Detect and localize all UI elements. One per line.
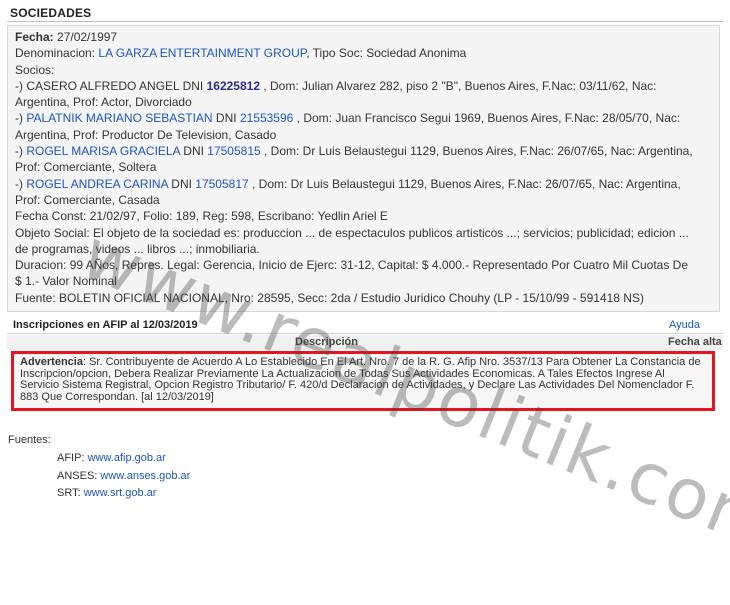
dni-label: DNI (179, 78, 207, 93)
objeto-social-cont: de programas, videos ... libros ...; inm… (15, 241, 260, 256)
socio-details-cont: Argentina, Prof: Productor De Television… (15, 127, 277, 142)
socio-row: -) PALATNIK MARIANO SEBASTIAN DNI 215535… (15, 110, 713, 126)
company-record: Fecha: 27/02/1997 Denominacion: LA GARZA… (7, 25, 720, 312)
section-title: SOCIEDADES (10, 6, 92, 20)
source-item: ANSES: www.anses.gob.ar (57, 470, 190, 482)
source-item: SRT: www.srt.gob.ar (57, 487, 156, 499)
fecha-value: 27/02/1997 (57, 30, 118, 44)
dni-label: DNI (212, 111, 240, 126)
warning-box: Advertencia: Sr. Contribuyente de Acuerd… (11, 351, 715, 411)
company-name-link[interactable]: LA GARZA ENTERTAINMENT GROUP (98, 46, 306, 60)
socio-row: -) ROGEL MARISA GRACIELA DNI 17505815 , … (15, 143, 713, 159)
denominacion-label: Denominacion: (15, 46, 96, 61)
fecha-const: Fecha Const: 21/02/97, Folio: 189, Reg: … (15, 209, 388, 224)
dni-label: DNI (179, 144, 208, 159)
tipo-soc: , Tipo Soc: Sociedad Anonima (306, 46, 467, 61)
afip-divider (7, 333, 723, 334)
socio-details-cont: Prof: Comerciante, Casada (15, 192, 160, 207)
col-description: Descripción (295, 336, 358, 348)
objeto-social: Objeto Social: El objeto de la sociedad … (15, 225, 689, 240)
socio-name-link[interactable]: PALATNIK MARIANO SEBASTIAN (26, 111, 212, 125)
socio-name-link[interactable]: ROGEL MARISA GRACIELA (26, 144, 180, 158)
socio-prefix: -) (15, 176, 27, 191)
socio-details: , Dom: Juan Francisco Segui 1969, Buenos… (293, 111, 681, 126)
socio-details-cont: Prof: Comerciante, Soltera (15, 160, 157, 175)
source-link[interactable]: www.anses.gob.ar (100, 470, 190, 482)
socio-row: -) ROGEL ANDREA CARINA DNI 17505817 , Do… (15, 176, 713, 192)
source-name: SRT: (57, 487, 81, 499)
dni-label: DNI (167, 176, 196, 191)
warning-label: Advertencia (20, 356, 83, 368)
socio-details: , Dom: Julian Alvarez 282, piso 2 "B", B… (260, 78, 657, 93)
source-name: ANSES: (57, 470, 98, 482)
socio-name: CASERO ALFREDO ANGEL (26, 78, 180, 93)
help-link[interactable]: Ayuda (669, 319, 700, 331)
duracion-cont: $ 1.- Valor Nominal (15, 274, 117, 289)
sources-label: Fuentes: (8, 434, 51, 446)
section-divider (7, 21, 723, 22)
source-item: AFIP: www.afip.gob.ar (57, 452, 166, 464)
socio-prefix: -) (15, 144, 27, 159)
socio-name-link[interactable]: ROGEL ANDREA CARINA (26, 177, 168, 191)
denominacion-row: Denominacion: LA GARZA ENTERTAINMENT GRO… (15, 45, 713, 61)
socio-prefix: -) (15, 78, 27, 93)
col-fecha-alta: Fecha alta (668, 336, 722, 348)
socio-details: , Dom: Dr Luis Belaustegui 1129, Buenos … (248, 176, 681, 191)
warning-text: : Sr. Contribuyente de Acuerdo A Lo Esta… (20, 356, 701, 404)
socios-label: Socios: (15, 62, 55, 77)
socio-row: -) CASERO ALFREDO ANGEL DNI 16225812 , D… (15, 78, 713, 94)
fecha-row: Fecha: 27/02/1997 (15, 29, 713, 45)
socio-dni-link[interactable]: 21553596 (240, 111, 293, 125)
socio-dni-link[interactable]: 17505815 (207, 144, 260, 158)
afip-heading: Inscripciones en AFIP al 12/03/2019 (13, 319, 198, 331)
duracion: Duracion: 99 AÑos, Repres. Legal: Gerenc… (15, 258, 689, 273)
socio-dni: 16225812 (206, 78, 260, 93)
socio-prefix: -) (15, 111, 27, 126)
fuente: Fuente: BOLETIN OFICIAL NACIONAL, Nro: 2… (15, 290, 644, 305)
socio-details: , Dom: Dr Luis Belaustegui 1129, Buenos … (260, 144, 693, 159)
table-header: Descripción Fecha alta (7, 335, 723, 350)
socio-dni-link[interactable]: 17505817 (195, 177, 248, 191)
socio-details-cont: Argentina, Prof: Actor, Divorciado (15, 95, 192, 110)
fecha-label: Fecha: (15, 30, 54, 44)
source-name: AFIP: (57, 452, 85, 464)
source-link[interactable]: www.afip.gob.ar (88, 452, 166, 464)
source-link[interactable]: www.srt.gob.ar (84, 487, 157, 499)
